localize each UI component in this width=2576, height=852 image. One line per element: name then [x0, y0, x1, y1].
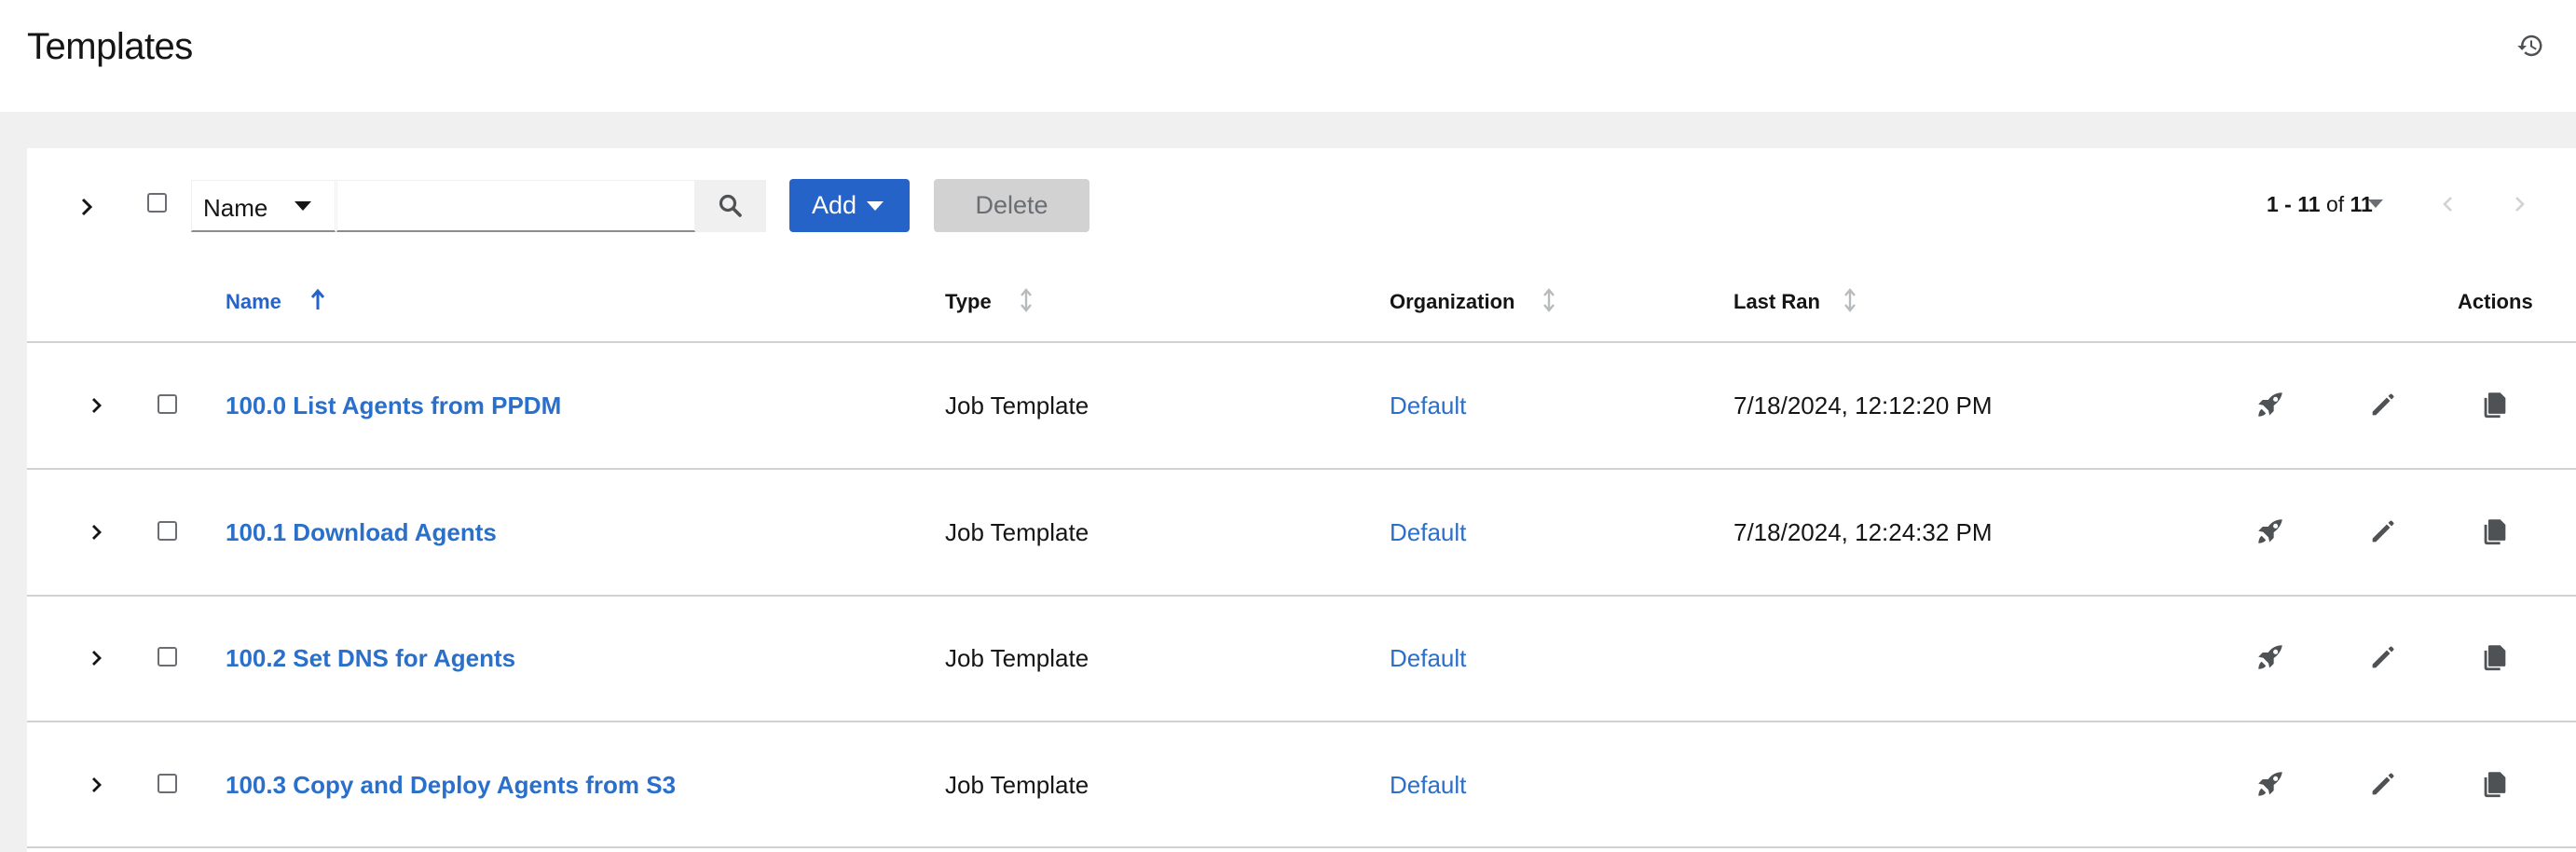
next-page-icon[interactable]: [2505, 190, 2533, 218]
template-name-link[interactable]: 100.0 List Agents from PPDM: [226, 392, 561, 420]
row-checkbox[interactable]: [158, 647, 177, 666]
history-icon[interactable]: [2516, 32, 2544, 60]
row-divider: [27, 468, 2576, 470]
last-ran-time: 7/18/2024, 12:12:20 PM: [1733, 392, 1993, 419]
organization-link[interactable]: Default: [1390, 771, 1466, 800]
copy-icon[interactable]: [2479, 389, 2511, 420]
add-button-label: Add: [812, 191, 857, 219]
sort-icon[interactable]: [1841, 286, 1859, 314]
row-expand-icon[interactable]: [83, 771, 111, 799]
sort-ascending-icon[interactable]: [308, 287, 327, 315]
pagination-toggle[interactable]: 1 - 11 of 11: [2267, 192, 2373, 217]
row-checkbox[interactable]: [158, 521, 177, 541]
organization-link[interactable]: Default: [1390, 644, 1466, 673]
pagination-range: 1 - 11: [2267, 192, 2321, 216]
template-name-link[interactable]: 100.3 Copy and Deploy Agents from S3: [226, 771, 676, 800]
sort-icon[interactable]: [1017, 286, 1035, 314]
row-checkbox[interactable]: [158, 394, 177, 414]
caret-down-icon: [867, 201, 884, 211]
pencil-icon[interactable]: [2367, 389, 2399, 420]
column-header-organization[interactable]: Organization: [1390, 290, 1514, 314]
copy-icon[interactable]: [2479, 768, 2511, 800]
filter-field-select[interactable]: Name: [191, 180, 336, 232]
filter-field-label: Name: [203, 194, 268, 222]
delete-button-label: Delete: [975, 191, 1048, 219]
row-checkbox[interactable]: [158, 774, 177, 793]
page-title: Templates: [27, 26, 193, 67]
select-all-checkbox[interactable]: [147, 193, 167, 213]
column-header-name[interactable]: Name: [226, 290, 281, 314]
rocket-icon[interactable]: [2254, 389, 2286, 420]
rocket-icon[interactable]: [2254, 515, 2286, 547]
rocket-icon[interactable]: [2254, 768, 2286, 800]
row-expand-icon[interactable]: [83, 392, 111, 419]
expand-all-icon[interactable]: [73, 193, 101, 221]
row-expand-icon[interactable]: [83, 518, 111, 546]
rocket-icon[interactable]: [2254, 641, 2286, 673]
caret-down-icon: [295, 201, 311, 211]
organization-link[interactable]: Default: [1390, 392, 1466, 420]
caret-down-icon[interactable]: [2368, 199, 2383, 208]
template-type: Job Template: [945, 518, 1089, 546]
add-button[interactable]: Add: [789, 179, 910, 232]
last-ran-time: 7/18/2024, 12:24:32 PM: [1733, 518, 1993, 546]
row-expand-icon[interactable]: [83, 644, 111, 672]
template-name-link[interactable]: 100.1 Download Agents: [226, 518, 497, 547]
page-header: Templates: [0, 0, 2576, 112]
row-divider: [27, 595, 2576, 597]
row-divider: [27, 721, 2576, 722]
template-type: Job Template: [945, 771, 1089, 799]
organization-link[interactable]: Default: [1390, 518, 1466, 547]
pencil-icon[interactable]: [2367, 768, 2399, 800]
column-header-type[interactable]: Type: [945, 290, 992, 314]
header-divider: [27, 341, 2576, 343]
copy-icon[interactable]: [2479, 641, 2511, 673]
sort-icon[interactable]: [1540, 286, 1558, 314]
search-button[interactable]: [695, 180, 766, 232]
template-name-link[interactable]: 100.2 Set DNS for Agents: [226, 644, 515, 673]
pagination-of: of: [2325, 192, 2345, 216]
row-divider: [27, 846, 2576, 848]
column-header-actions: Actions: [2458, 290, 2533, 313]
column-header-last-ran[interactable]: Last Ran: [1733, 290, 1820, 314]
search-input[interactable]: [336, 180, 695, 232]
pencil-icon[interactable]: [2367, 641, 2399, 673]
delete-button[interactable]: Delete: [934, 179, 1089, 232]
prev-page-icon[interactable]: [2434, 190, 2462, 218]
search-icon: [719, 194, 742, 217]
template-type: Job Template: [945, 392, 1089, 419]
templates-card: [27, 148, 2576, 852]
template-type: Job Template: [945, 644, 1089, 672]
copy-icon[interactable]: [2479, 515, 2511, 547]
pencil-icon[interactable]: [2367, 515, 2399, 547]
